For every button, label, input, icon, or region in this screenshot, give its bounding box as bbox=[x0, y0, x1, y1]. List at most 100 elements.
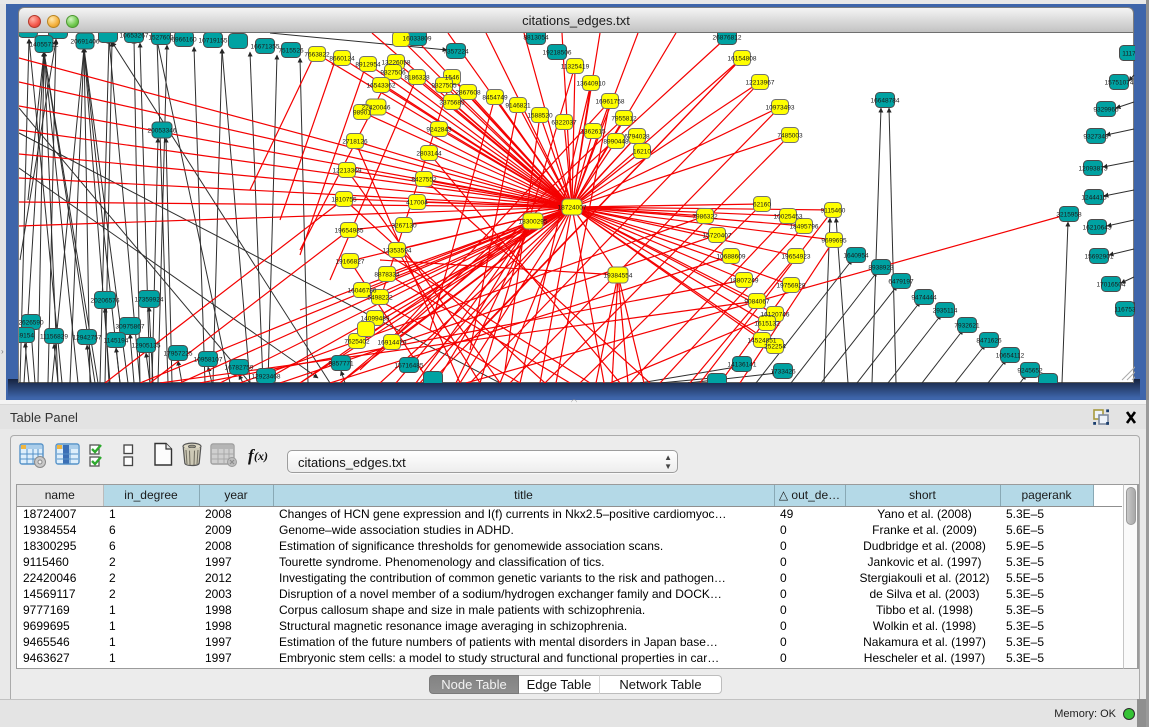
svg-text:19384554: 19384554 bbox=[604, 273, 633, 280]
svg-text:15716485: 15716485 bbox=[395, 363, 424, 370]
svg-text:10025453: 10025453 bbox=[774, 214, 803, 221]
svg-text:3215958: 3215958 bbox=[1056, 212, 1082, 219]
svg-text:252254: 252254 bbox=[764, 344, 786, 351]
svg-text:7986322: 7986322 bbox=[692, 214, 718, 221]
svg-text:18300295: 18300295 bbox=[519, 219, 548, 226]
svg-text:116753: 116753 bbox=[1114, 307, 1135, 314]
svg-text:1588520: 1588520 bbox=[527, 113, 553, 120]
svg-text:9329966: 9329966 bbox=[1093, 107, 1119, 114]
svg-text:7515526: 7515526 bbox=[278, 48, 304, 55]
svg-text:9242843: 9242843 bbox=[426, 127, 452, 134]
svg-text:7663822: 7663822 bbox=[304, 52, 330, 59]
svg-text:15692901: 15692901 bbox=[1085, 254, 1114, 261]
svg-text:10973493: 10973493 bbox=[766, 105, 795, 112]
svg-text:10654112: 10654112 bbox=[996, 353, 1025, 360]
svg-text:10688609: 10688609 bbox=[717, 254, 746, 261]
svg-text:9115460: 9115460 bbox=[821, 208, 846, 215]
svg-text:7625402: 7625402 bbox=[344, 339, 370, 346]
svg-text:6479197: 6479197 bbox=[888, 279, 914, 286]
svg-text:7485003: 7485003 bbox=[777, 133, 803, 140]
svg-text:10653267: 10653267 bbox=[120, 33, 149, 40]
svg-text:417004: 417004 bbox=[406, 200, 428, 207]
svg-text:8471626: 8471626 bbox=[976, 338, 1002, 345]
svg-text:98901: 98901 bbox=[353, 110, 371, 117]
svg-text:6322037: 6322037 bbox=[551, 120, 577, 127]
svg-text:18495796: 18495796 bbox=[790, 224, 819, 231]
svg-text:62160: 62160 bbox=[753, 202, 771, 209]
svg-text:18807249: 18807249 bbox=[730, 278, 759, 285]
svg-text:14055712: 14055712 bbox=[30, 42, 59, 49]
svg-text:12093873: 12093873 bbox=[1079, 166, 1108, 173]
svg-text:20206576: 20206576 bbox=[91, 298, 120, 305]
svg-text:6966160: 6966160 bbox=[171, 37, 197, 44]
svg-text:2718126: 2718126 bbox=[342, 139, 368, 146]
svg-text:20053346: 20053346 bbox=[148, 128, 177, 135]
svg-text:17957225: 17957225 bbox=[164, 351, 193, 358]
svg-text:1362615: 1362615 bbox=[580, 129, 606, 136]
svg-text:8427552: 8427552 bbox=[411, 177, 437, 184]
svg-text:1615132: 1615132 bbox=[754, 321, 780, 328]
svg-text:9327505: 9327505 bbox=[431, 83, 457, 90]
svg-text:9327506: 9327506 bbox=[380, 70, 406, 77]
svg-text:6794028: 6794028 bbox=[624, 134, 650, 141]
svg-text:19756928: 19756928 bbox=[777, 283, 806, 290]
svg-text:16210643: 16210643 bbox=[1083, 225, 1112, 232]
svg-text:16648784: 16648784 bbox=[871, 98, 900, 105]
svg-text:17016504: 17016504 bbox=[1097, 282, 1126, 289]
svg-text:9327349: 9327349 bbox=[1083, 134, 1109, 141]
svg-text:19654985: 19654985 bbox=[335, 228, 364, 235]
svg-text:13640910: 13640910 bbox=[577, 81, 606, 88]
svg-text:7932621: 7932621 bbox=[954, 323, 980, 330]
svg-text:2867608: 2867608 bbox=[455, 90, 481, 97]
svg-text:15720407: 15720407 bbox=[703, 233, 732, 240]
svg-text:12213369: 12213369 bbox=[333, 168, 362, 175]
svg-text:13353594: 13353594 bbox=[383, 248, 412, 255]
svg-text:16671355: 16671355 bbox=[251, 44, 280, 51]
svg-text:9084067: 9084067 bbox=[744, 299, 770, 306]
svg-text:2626590: 2626590 bbox=[19, 320, 44, 327]
svg-text:9474444: 9474444 bbox=[911, 295, 937, 302]
svg-text:12942757: 12942757 bbox=[73, 335, 102, 342]
svg-text:8454749: 8454749 bbox=[482, 95, 508, 102]
svg-text:1546: 1546 bbox=[445, 75, 460, 82]
svg-text:1810755: 1810755 bbox=[331, 197, 357, 204]
svg-text:8813054: 8813054 bbox=[523, 35, 549, 42]
svg-text:17359924: 17359924 bbox=[135, 297, 164, 304]
svg-text:16914479: 16914479 bbox=[378, 340, 407, 347]
svg-text:(x): (x) bbox=[254, 449, 268, 463]
svg-text:26876812: 26876812 bbox=[713, 35, 742, 42]
svg-text:1244415: 1244415 bbox=[1081, 195, 1107, 202]
svg-text:30975867: 30975867 bbox=[116, 324, 145, 331]
svg-text:1733426: 1733426 bbox=[770, 369, 796, 376]
svg-text:39154: 39154 bbox=[19, 333, 34, 340]
svg-text:14136141: 14136141 bbox=[728, 362, 757, 369]
svg-text:20691406: 20691406 bbox=[71, 39, 100, 46]
svg-text:8912954: 8912954 bbox=[355, 62, 381, 69]
svg-text:3267130: 3267130 bbox=[391, 223, 417, 230]
svg-text:13226058: 13226058 bbox=[382, 60, 411, 67]
svg-text:1527602: 1527602 bbox=[148, 35, 174, 42]
svg-text:9699695: 9699695 bbox=[821, 238, 847, 245]
svg-text:8186328: 8186328 bbox=[404, 75, 430, 82]
svg-text:11325419: 11325419 bbox=[561, 64, 590, 71]
svg-text:7357224: 7357224 bbox=[443, 49, 469, 56]
svg-text:3375685: 3375685 bbox=[439, 100, 465, 107]
svg-text:8878334: 8878334 bbox=[374, 272, 400, 279]
svg-text:16210: 16210 bbox=[633, 149, 651, 156]
svg-text:1640954: 1640954 bbox=[843, 253, 869, 260]
svg-text:12905135: 12905135 bbox=[132, 343, 161, 350]
svg-text:16543362: 16543362 bbox=[367, 83, 396, 90]
svg-text:2803144: 2803144 bbox=[416, 151, 442, 158]
svg-text:1117: 1117 bbox=[1122, 51, 1135, 58]
svg-text:16033809: 16033809 bbox=[403, 36, 432, 43]
svg-text:8660124: 8660124 bbox=[329, 56, 355, 63]
svg-text:2935114: 2935114 bbox=[933, 308, 958, 315]
svg-text:16782759: 16782759 bbox=[225, 365, 254, 372]
svg-text:19166827: 19166827 bbox=[336, 259, 365, 266]
svg-text:14099489: 14099489 bbox=[361, 316, 390, 323]
svg-text:10958107: 10958107 bbox=[194, 357, 223, 364]
svg-text:16046786: 16046786 bbox=[348, 288, 377, 295]
svg-text:11156829: 11156829 bbox=[40, 334, 68, 341]
svg-text:9146821: 9146821 bbox=[505, 103, 531, 110]
svg-text:16120746: 16120746 bbox=[761, 312, 790, 319]
